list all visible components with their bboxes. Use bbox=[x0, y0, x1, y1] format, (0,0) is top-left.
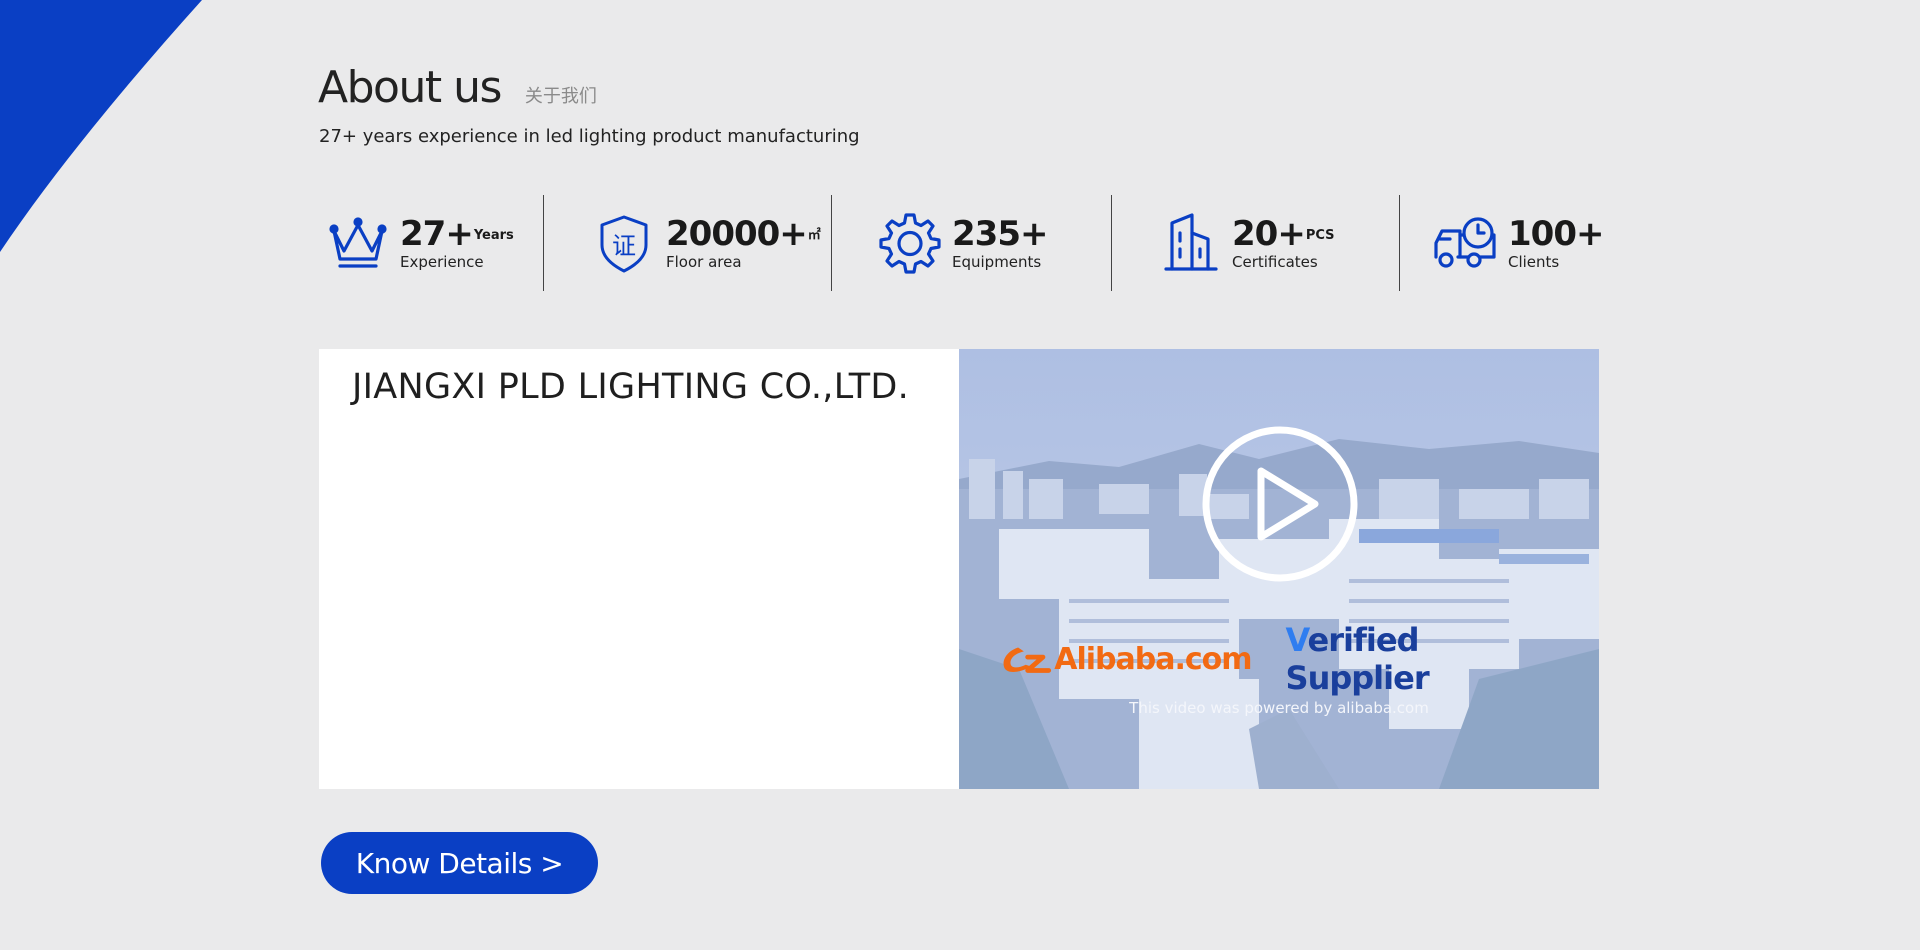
stat-label: Experience bbox=[400, 253, 484, 271]
section-heading: About us 关于我们 bbox=[318, 62, 597, 113]
stat-value: 235+ bbox=[952, 214, 1048, 254]
stat-clients: 100+ Clients bbox=[1400, 195, 1604, 291]
stat-label: Equipments bbox=[952, 253, 1042, 271]
play-icon[interactable] bbox=[1201, 425, 1359, 583]
section-subtitle: 27+ years experience in led lighting pro… bbox=[319, 126, 860, 147]
corner-decoration bbox=[0, 0, 202, 252]
section-title: About us bbox=[318, 62, 502, 113]
alibaba-verified-banner: Alibaba.com Verified Supplier bbox=[999, 621, 1559, 697]
company-panel: JIANGXI PLD LIGHTING CO.,LTD. bbox=[319, 349, 959, 789]
gear-icon bbox=[878, 211, 942, 275]
crown-icon bbox=[326, 211, 390, 275]
video-powered-text: This video was powered by alibaba.com bbox=[1129, 699, 1429, 717]
stat-unit: ㎡ bbox=[807, 228, 821, 243]
stat-value: 27+ bbox=[400, 214, 474, 254]
stat-experience: 27+Years Experience bbox=[318, 195, 543, 291]
section-title-cn: 关于我们 bbox=[524, 86, 597, 107]
company-name: JIANGXI PLD LIGHTING CO.,LTD. bbox=[352, 367, 910, 407]
stat-equipments: 235+ Equipments bbox=[832, 195, 1111, 291]
certificate-shield-icon: 证 bbox=[592, 211, 656, 275]
stats-bar: 27+Years Experience 证 20000+㎡ Floor area… bbox=[318, 195, 1604, 291]
stat-label: Clients bbox=[1508, 253, 1560, 271]
verified-supplier-text: erified Supplier bbox=[1285, 621, 1430, 697]
company-video[interactable]: Alibaba.com Verified Supplier This video… bbox=[959, 349, 1599, 789]
building-icon bbox=[1158, 211, 1222, 275]
verified-letter-v: V bbox=[1285, 621, 1309, 659]
stat-value: 100+ bbox=[1508, 214, 1604, 254]
verified-supplier-badge: Verified Supplier bbox=[1286, 621, 1559, 697]
alibaba-logo-icon bbox=[1003, 647, 1052, 673]
alibaba-brand-text: Alibaba.com bbox=[1054, 641, 1252, 677]
stat-unit: PCS bbox=[1305, 228, 1335, 243]
stat-unit: Years bbox=[473, 228, 514, 243]
stat-value: 20000+ bbox=[666, 214, 808, 254]
stat-certificates: 20+PCS Certificates bbox=[1112, 195, 1399, 291]
stat-label: Floor area bbox=[666, 253, 742, 271]
delivery-truck-icon bbox=[1434, 211, 1498, 275]
svg-text:证: 证 bbox=[612, 232, 636, 260]
stat-label: Certificates bbox=[1232, 253, 1318, 271]
stat-value: 20+ bbox=[1232, 214, 1306, 254]
stat-floor-area: 证 20000+㎡ Floor area bbox=[544, 195, 831, 291]
know-details-button[interactable]: Know Details > bbox=[321, 832, 598, 894]
